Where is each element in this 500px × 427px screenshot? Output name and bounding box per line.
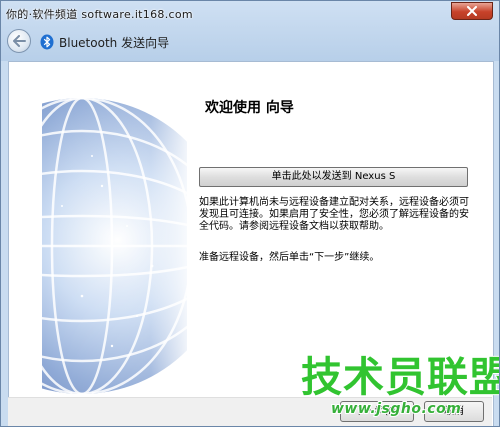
nav-bar: Bluetooth 发送向导 — [1, 27, 499, 57]
pairing-info-text: 如果此计算机尚未与远程设备建立配对关系，远程设备必须可发现且可连接。如果启用了安… — [199, 197, 469, 232]
window-title: Bluetooth 发送向导 — [59, 36, 170, 50]
send-to-device-button[interactable]: 单击此处以发送到 Nexus S — [199, 167, 468, 187]
back-button[interactable] — [7, 29, 31, 53]
prepare-device-prompt: 准备远程设备，然后单击“下一步”继续。 — [199, 252, 380, 263]
wizard-sphere-graphic — [42, 96, 187, 402]
close-icon — [467, 6, 477, 16]
site-url-watermark: www.jsgho.com — [330, 400, 462, 418]
back-arrow-icon — [13, 35, 26, 47]
site-logo-watermark: 技术员联盟 — [300, 353, 500, 401]
watermark-top-text: 你的·软件频道 software.it168.com — [6, 8, 193, 21]
bluetooth-icon — [40, 34, 54, 50]
bluetooth-wizard-window: 你的·软件频道 software.it168.com Bluetooth 发送向… — [0, 0, 500, 427]
close-button[interactable] — [451, 2, 493, 20]
wizard-title: 欢迎使用 向导 — [205, 100, 294, 116]
